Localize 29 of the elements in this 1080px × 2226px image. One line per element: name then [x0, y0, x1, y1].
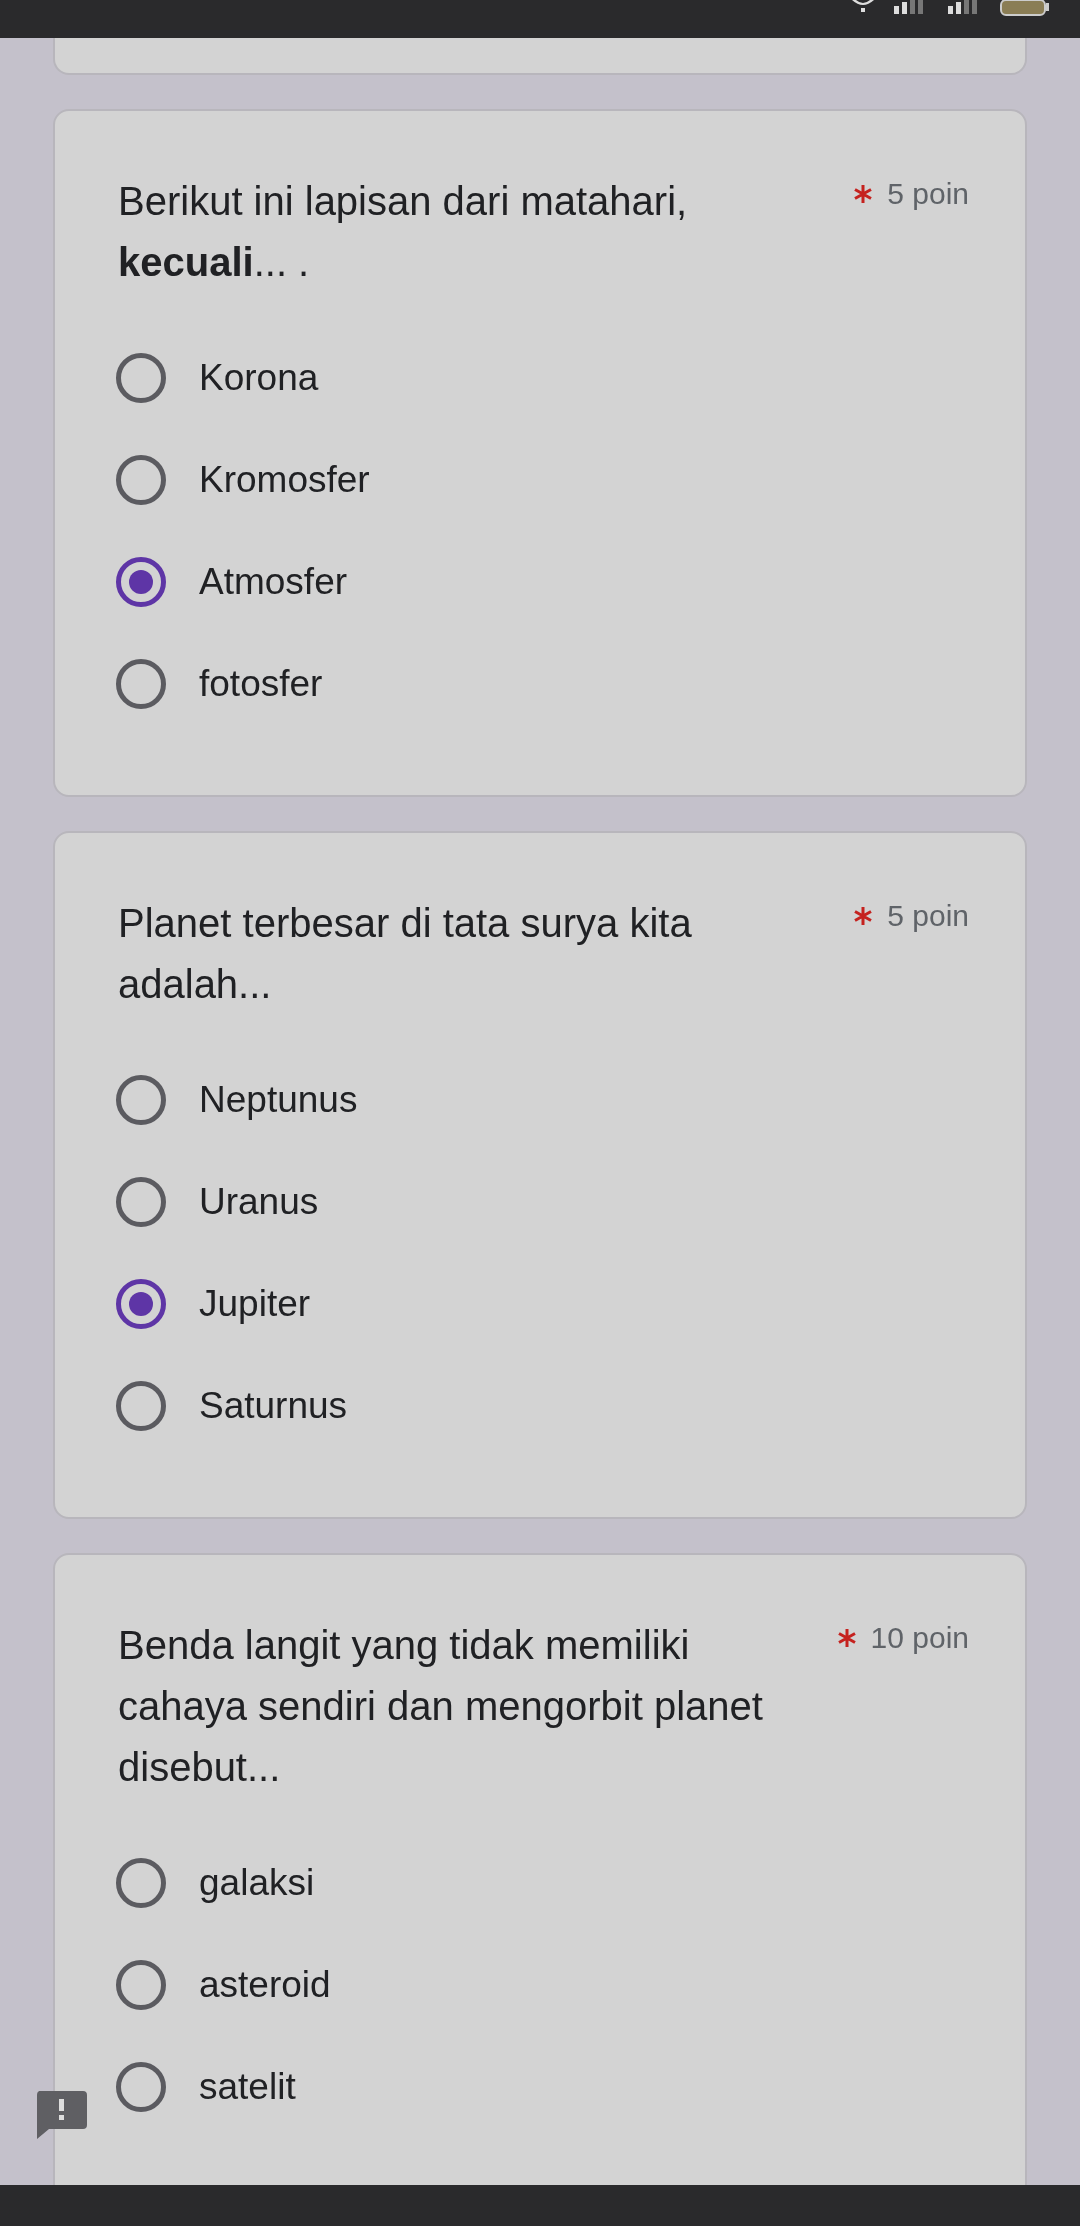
option-label[interactable]: fotosfer — [199, 663, 323, 705]
radio-button[interactable] — [116, 2062, 166, 2112]
radio-button[interactable] — [116, 1075, 166, 1125]
radio-button[interactable] — [116, 1279, 166, 1329]
points-label: 10 poin — [870, 1621, 969, 1655]
option-label[interactable]: Jupiter — [199, 1283, 311, 1325]
radio-button[interactable] — [116, 455, 166, 505]
question-text: Benda langit yang tidak memiliki cahaya sendiri dan mengorbit planet disebut... — [118, 1622, 764, 1791]
option-label[interactable]: satelit — [199, 2066, 296, 2108]
radio-button[interactable] — [116, 659, 166, 709]
radio-button[interactable] — [116, 353, 166, 403]
option-label[interactable]: galaksi — [199, 1862, 315, 1904]
question-text: Planet terbesar di tata surya kita adalah... — [118, 900, 693, 1008]
option-label[interactable]: Atmosfer — [199, 561, 348, 603]
battery-icon — [1000, 0, 1050, 16]
radio-button[interactable] — [116, 1960, 166, 2010]
radio-button[interactable] — [116, 1858, 166, 1908]
option-label[interactable]: Korona — [199, 357, 319, 399]
points-label: 5 poin — [887, 177, 969, 211]
option-label[interactable]: Saturnus — [199, 1385, 348, 1427]
points-label: 5 poin — [887, 899, 969, 933]
option-label[interactable]: Uranus — [199, 1181, 319, 1223]
option-label[interactable]: asteroid — [199, 1964, 331, 2006]
radio-button[interactable] — [116, 557, 166, 607]
option-label[interactable]: Kromosfer — [199, 459, 370, 501]
radio-button[interactable] — [116, 1381, 166, 1431]
option-label[interactable]: Neptunus — [199, 1079, 358, 1121]
question-text: Berikut ini lapisan dari matahari, kecuali... . — [118, 178, 689, 286]
radio-button[interactable] — [116, 1177, 166, 1227]
